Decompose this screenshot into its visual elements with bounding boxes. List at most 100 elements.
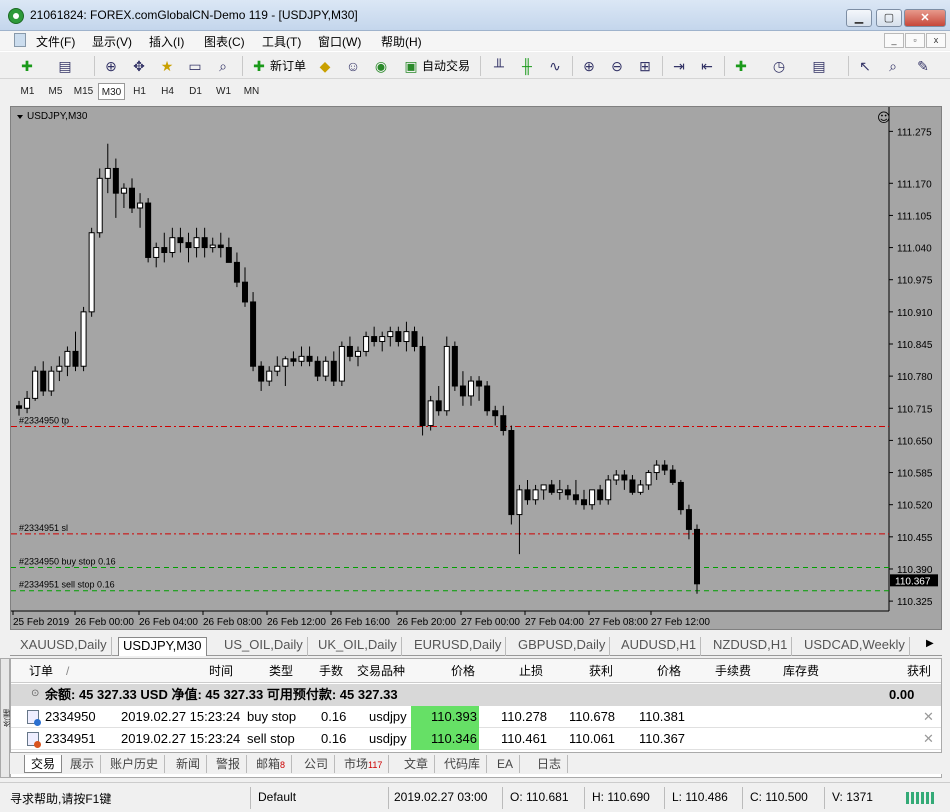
auto-trading-button[interactable]: 自动交易 — [422, 57, 470, 74]
tf-m5[interactable]: M5 — [42, 83, 69, 100]
tf-w1[interactable]: W1 — [210, 83, 237, 100]
market-watch-icon[interactable]: ⊕ — [100, 56, 122, 76]
terminal-tab[interactable]: 新闻 — [170, 755, 208, 773]
connection-status-icon[interactable] — [906, 792, 936, 804]
line-chart-icon[interactable]: ∿ — [544, 56, 566, 76]
terminal-tab[interactable]: 展示 — [64, 755, 102, 773]
tf-h4[interactable]: H4 — [154, 83, 181, 100]
new-order-button[interactable]: 新订单 — [270, 57, 306, 74]
tab-xauusd-daily[interactable]: XAUUSD,Daily — [16, 637, 112, 656]
menu-window[interactable]: 窗口(W) — [318, 33, 361, 50]
status-profile[interactable]: Default — [258, 790, 296, 804]
mdi-restore-button[interactable]: ▫ — [905, 33, 925, 48]
x-tick-label: 27 Feb 00:00 — [461, 617, 520, 628]
search-icon[interactable]: ⌕ — [882, 56, 904, 76]
col-order[interactable]: 订单 — [29, 659, 53, 683]
minimize-button[interactable]: ▁ — [846, 9, 872, 27]
pencil-icon[interactable]: ✎ — [912, 56, 934, 76]
col-cur-price[interactable]: 价格 — [657, 659, 681, 683]
close-button[interactable]: ✕ — [904, 9, 946, 27]
delete-order-icon[interactable]: ✕ — [923, 706, 934, 728]
delete-order-icon[interactable]: ✕ — [923, 728, 934, 750]
price-chart[interactable]: 111.275 111.170 111.105 111.040 110.975 110.9… — [11, 107, 941, 629]
bar-chart-icon[interactable]: ╨ — [488, 56, 510, 76]
col-commission[interactable]: 手续费 — [715, 659, 751, 683]
tile-windows-icon[interactable]: ⊞ — [634, 56, 656, 76]
terminal-tab[interactable]: 公司 — [298, 755, 336, 773]
new-chart-icon[interactable]: ✚ — [16, 56, 38, 76]
tab-uk-oil-daily[interactable]: UK_OIL,Daily — [314, 637, 402, 656]
terminal-tab[interactable]: EA — [491, 755, 521, 773]
tf-m30[interactable]: M30 — [98, 83, 125, 100]
col-time[interactable]: 时间 — [209, 659, 233, 683]
profiles-icon[interactable]: ▤ — [54, 56, 76, 76]
terminal-tab[interactable]: 文章 — [398, 755, 436, 773]
mdi-close-button[interactable]: x — [926, 33, 946, 48]
menu-tools[interactable]: 工具(T) — [262, 33, 301, 50]
crosshair-icon[interactable]: ✥ — [128, 56, 150, 76]
menu-file[interactable]: 文件(F) — [36, 33, 75, 50]
tf-mn[interactable]: MN — [238, 83, 265, 100]
tf-d1[interactable]: D1 — [182, 83, 209, 100]
col-sl[interactable]: 止损 — [519, 659, 543, 683]
col-type[interactable]: 类型 — [269, 659, 293, 683]
order-row[interactable]: 2334951 2019.02.27 15:23:24 sell stop 0.… — [11, 728, 941, 750]
tab-audusd-h1[interactable]: AUDUSD,H1 — [617, 637, 702, 656]
col-profit[interactable]: 获利 — [907, 659, 931, 683]
tab-usdcad-weekly[interactable]: USDCAD,Weekly — [800, 637, 910, 656]
community-icon[interactable]: ☺ — [342, 56, 364, 76]
col-volume[interactable]: 手数 — [319, 659, 343, 683]
tab-eurusd-daily[interactable]: EURUSD,Daily — [410, 637, 507, 656]
y-tick-label: 110.715 — [897, 404, 933, 415]
col-price[interactable]: 价格 — [451, 659, 475, 683]
indicators-icon[interactable]: ✚ — [730, 56, 752, 76]
terminal-tab[interactable]: 日志 — [531, 755, 569, 773]
terminal-tab[interactable]: 交易 — [24, 755, 63, 773]
chart-shift-icon[interactable]: ⇤ — [696, 56, 718, 76]
candlestick-icon[interactable]: ╫ — [516, 56, 538, 76]
terminal-tab[interactable]: 市场117 — [338, 755, 390, 773]
tab-us-oil-daily[interactable]: US_OIL,Daily — [220, 637, 308, 656]
candle — [355, 350, 361, 357]
tf-m15[interactable]: M15 — [70, 83, 97, 100]
terminal-tab[interactable]: 警报 — [210, 755, 248, 773]
menu-charts[interactable]: 图表(C) — [204, 33, 245, 50]
tab-gbpusd-daily[interactable]: GBPUSD,Daily — [514, 637, 611, 656]
zoom-in-icon[interactable]: ⊕ — [578, 56, 600, 76]
tf-h1[interactable]: H1 — [126, 83, 153, 100]
signals-icon[interactable]: ◉ — [370, 56, 392, 76]
terminal-side-tab[interactable]: 终端 — [0, 658, 13, 778]
terminal-tab[interactable]: 账户历史 — [104, 755, 166, 773]
terminal-icon[interactable]: ▭ — [184, 56, 206, 76]
col-tp[interactable]: 获利 — [589, 659, 613, 683]
auto-trading-icon[interactable]: ▣ — [400, 56, 422, 76]
col-symbol[interactable]: 交易品种 — [357, 659, 405, 683]
menu-insert[interactable]: 插入(I) — [149, 33, 184, 50]
tab-usdjpy-m30[interactable]: USDJPY,M30 — [118, 637, 207, 656]
mdi-minimize-button[interactable]: _ — [884, 33, 904, 48]
navigator-icon[interactable]: ★ — [156, 56, 178, 76]
templates-icon[interactable]: ▤ — [808, 56, 830, 76]
maximize-button[interactable]: ▢ — [876, 9, 902, 27]
scroll-right-icon[interactable]: ▶ — [926, 638, 934, 649]
chart-window[interactable]: 111.275 111.170 111.105 111.040 110.975 110.9… — [10, 106, 942, 630]
periods-icon[interactable]: ◷ — [768, 56, 790, 76]
autoscroll-icon[interactable]: ⇥ — [668, 56, 690, 76]
candle — [177, 237, 184, 244]
menu-view[interactable]: 显示(V) — [92, 33, 132, 50]
tab-nzdusd-h1[interactable]: NZDUSD,H1 — [709, 637, 793, 656]
terminal-tab[interactable]: 代码库 — [438, 755, 488, 773]
new-order-icon[interactable]: ✚ — [248, 56, 270, 76]
zoom-out-icon[interactable]: ⊖ — [606, 56, 628, 76]
metaeditor-icon[interactable]: ◆ — [314, 56, 336, 76]
tf-m1[interactable]: M1 — [14, 83, 41, 100]
candle — [621, 474, 628, 481]
col-swap[interactable]: 库存费 — [783, 659, 819, 683]
order-type: buy stop — [247, 709, 297, 724]
strategy-tester-icon[interactable]: ⌕ — [212, 56, 234, 76]
cursor-icon[interactable]: ↖ — [854, 56, 876, 76]
terminal-tab[interactable]: 邮箱8 — [250, 755, 293, 773]
candle — [185, 242, 192, 249]
order-row[interactable]: 2334950 2019.02.27 15:23:24 buy stop 0.1… — [11, 706, 941, 728]
menu-help[interactable]: 帮助(H) — [381, 33, 422, 50]
